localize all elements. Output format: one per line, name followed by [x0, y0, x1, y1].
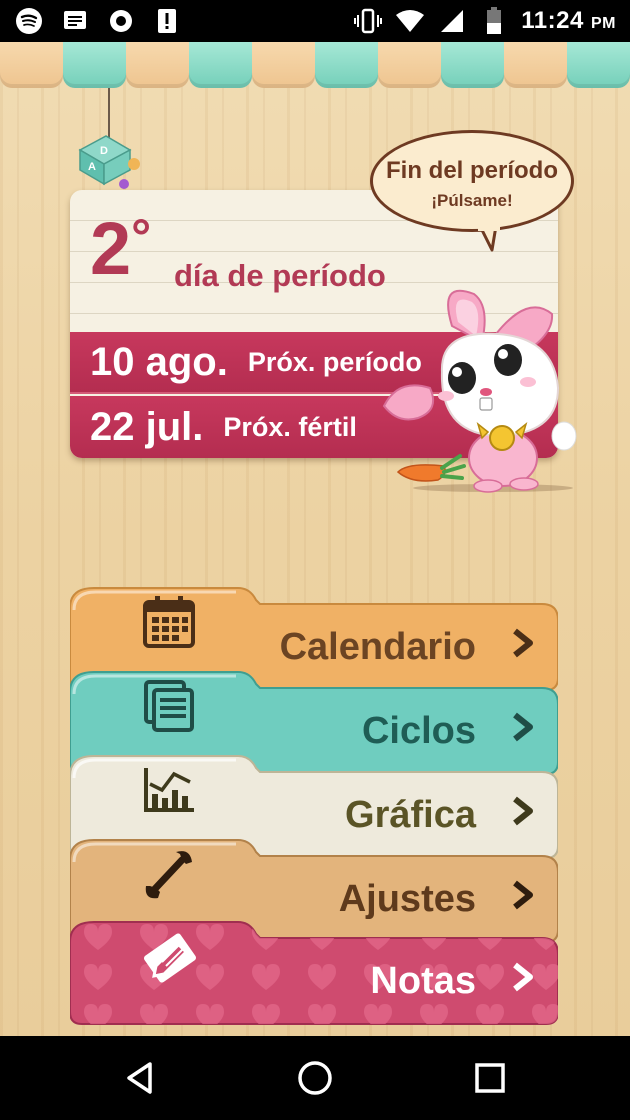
end-period-bubble[interactable]: Fin del período ¡Púlsame!	[370, 130, 574, 232]
clock: 11:24 PM	[521, 7, 616, 34]
chevron-right-icon	[510, 880, 536, 915]
next-fertile-date: 22 jul.	[90, 404, 204, 449]
menu-notas-label: Notas	[370, 960, 476, 1002]
recents-icon[interactable]	[470, 1058, 510, 1098]
alert-icon	[152, 6, 182, 36]
vibrate-icon	[353, 6, 383, 36]
signal-icon	[437, 6, 467, 36]
next-fertile-label: Próx. fértil	[223, 411, 357, 442]
menu-notas[interactable]: Notas	[70, 918, 558, 1025]
battery-icon	[479, 6, 509, 36]
circle-app-icon	[106, 6, 136, 36]
svg-text:D: D	[100, 145, 108, 157]
bubble-subtitle: ¡Púlsame!	[431, 191, 513, 210]
period-day-number: 2°	[90, 207, 152, 290]
pencil-icon	[142, 928, 202, 993]
calendar-icon	[142, 594, 196, 655]
app-area: D A 2° día de período 10 ago. Próx. perí…	[0, 42, 630, 1036]
bunny-mascot-icon[interactable]	[378, 286, 578, 501]
awning	[0, 42, 630, 92]
chevron-right-icon	[510, 796, 536, 831]
bubble-title: Fin del período	[386, 157, 558, 184]
chevron-right-icon	[510, 628, 536, 663]
menu-ajustes-label: Ajustes	[338, 878, 476, 920]
home-icon[interactable]	[295, 1058, 335, 1098]
chevron-right-icon	[510, 712, 536, 747]
cycles-icon	[142, 678, 196, 739]
message-icon	[60, 6, 90, 36]
status-bar: 11:24 PM	[0, 0, 630, 42]
menu-grafica-label: Gráfica	[345, 794, 476, 836]
back-icon[interactable]	[120, 1058, 160, 1098]
period-day-label: día de período	[174, 258, 386, 293]
spotify-icon	[14, 6, 44, 36]
chart-icon	[142, 762, 196, 823]
dice-decoration-icon: D A	[74, 128, 144, 195]
bubble-tail	[478, 226, 500, 252]
chevron-right-icon	[510, 962, 536, 997]
navigation-bar	[0, 1036, 630, 1120]
menu-ciclos-label: Ciclos	[361, 710, 476, 752]
next-period-date: 10 ago.	[90, 339, 228, 384]
wrench-icon	[142, 846, 196, 907]
menu-calendario-label: Calendario	[279, 626, 476, 668]
wifi-icon	[395, 6, 425, 36]
svg-text:A: A	[88, 161, 96, 173]
